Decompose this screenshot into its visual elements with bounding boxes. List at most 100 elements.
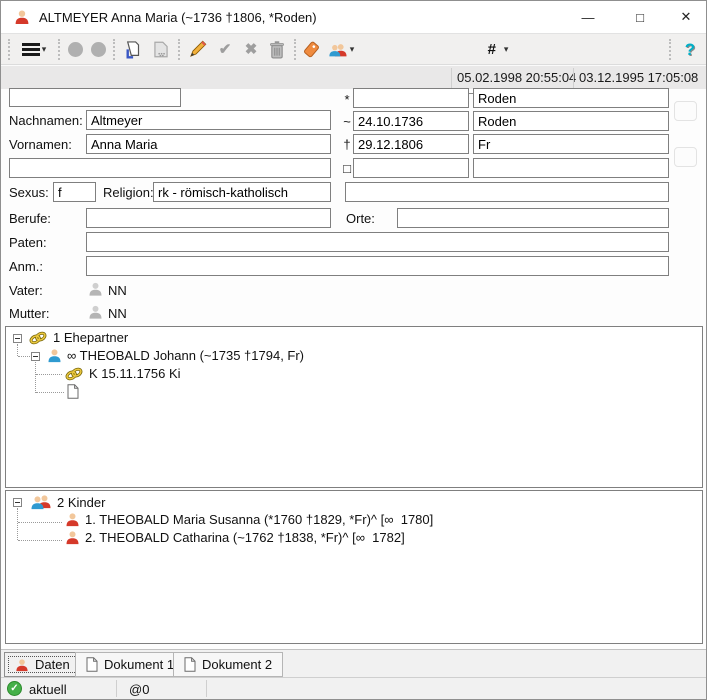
circle-icon	[68, 42, 83, 57]
pencil-icon	[188, 40, 207, 59]
tab-daten[interactable]: Daten	[4, 652, 81, 677]
persons-menu-button[interactable]: ▾	[324, 37, 358, 62]
hash-icon: #	[488, 41, 496, 58]
check-icon: ✔	[219, 42, 232, 57]
person-icon-red	[65, 512, 80, 527]
bottom-tabbar: Daten Dokument 1 Dokument 2	[1, 649, 706, 677]
anm-field[interactable]	[86, 256, 669, 276]
maximize-button[interactable]: □	[618, 1, 662, 33]
tab-dokument-2[interactable]: Dokument 2	[173, 652, 283, 677]
spouse-tree-root-row[interactable]: 1 Ehepartner	[28, 330, 128, 345]
tab-dokument-1[interactable]: Dokument 1	[75, 652, 185, 677]
children-tree-root-row[interactable]: 2 Kinder	[30, 494, 105, 510]
berufe-field[interactable]	[86, 208, 331, 228]
title-bar: ALTMEYER Anna Maria (~1736 †1806, *Roden…	[1, 1, 706, 34]
burial-date-field[interactable]	[353, 158, 469, 178]
vater-person-icon	[88, 281, 103, 297]
expand-toggle[interactable]	[13, 498, 22, 507]
minimize-button[interactable]: —	[566, 1, 610, 33]
religion-label: Religion:	[103, 185, 154, 200]
marriage-row[interactable]: K 15.11.1756 Ki	[64, 366, 181, 381]
edit-button[interactable]	[184, 37, 210, 62]
document-icon	[184, 657, 196, 672]
religion-field[interactable]	[153, 182, 331, 202]
tab-label: Dokument 1	[104, 657, 174, 672]
page-preview-button[interactable]	[119, 37, 145, 62]
alias-field[interactable]	[9, 158, 331, 178]
record-circle-button-2[interactable]	[87, 37, 109, 62]
person-icon-red	[15, 658, 29, 672]
label-tag-button[interactable]	[299, 37, 323, 62]
cancel-button[interactable]: ✖	[239, 37, 263, 62]
app-window: ALTMEYER Anna Maria (~1736 †1806, *Roden…	[0, 0, 707, 700]
expand-toggle[interactable]	[31, 352, 40, 361]
circle-icon	[91, 42, 106, 57]
document-row[interactable]	[67, 384, 79, 399]
tree-connector	[36, 392, 64, 393]
title-field[interactable]	[9, 88, 181, 107]
event-extra-field[interactable]	[345, 182, 669, 202]
tree-connector	[18, 522, 62, 523]
child-row[interactable]: 1. THEOBALD Maria Susanna (*1760 †1829, …	[65, 512, 433, 527]
page-print-button[interactable]	[148, 37, 174, 62]
menu-button[interactable]: ▾	[15, 37, 53, 62]
baptism-symbol: ~	[342, 114, 352, 129]
vater-value[interactable]: NN	[108, 283, 127, 298]
expand-toggle[interactable]	[13, 334, 22, 343]
close-icon: ✕	[681, 9, 692, 25]
baptism-date-field[interactable]	[353, 111, 469, 131]
birth-symbol: *	[342, 92, 352, 107]
status-bar: ✓ aktuell @0	[1, 677, 706, 699]
death-place-field[interactable]	[473, 134, 669, 154]
check-glyph: ✓	[10, 683, 18, 694]
toolbar-grip	[294, 39, 297, 60]
tree-connector	[35, 362, 36, 393]
spouse-row[interactable]: ∞ THEOBALD Johann (~1735 †1794, Fr)	[47, 348, 304, 363]
close-button[interactable]: ✕	[664, 1, 707, 33]
dropdown-arrow-icon: ▾	[350, 45, 355, 54]
child-label: 1. THEOBALD Maria Susanna (*1760 †1829, …	[85, 512, 433, 527]
tab-label: Daten	[35, 657, 70, 672]
burial-place-field[interactable]	[473, 158, 669, 178]
document-icon	[67, 384, 79, 399]
rings-icon	[64, 367, 84, 381]
paten-field[interactable]	[86, 232, 669, 252]
maximize-icon: □	[636, 10, 644, 25]
spouse-root-label: 1 Ehepartner	[53, 330, 128, 345]
birth-date-field[interactable]	[353, 88, 469, 108]
baptism-place-field[interactable]	[473, 111, 669, 131]
timestamp-created: 03.12.1995 17:05:08	[579, 70, 689, 85]
rings-icon	[28, 331, 48, 345]
toolbar-grip	[8, 39, 11, 60]
sexus-label: Sexus:	[9, 185, 49, 200]
tree-connector	[17, 344, 18, 356]
app-person-icon	[14, 9, 30, 25]
birth-place-field[interactable]	[473, 88, 669, 108]
sexus-field[interactable]	[53, 182, 96, 202]
record-circle-button-1[interactable]	[64, 37, 86, 62]
death-date-field[interactable]	[353, 134, 469, 154]
vornamen-field[interactable]	[86, 134, 331, 154]
nachnamen-field[interactable]	[86, 110, 331, 130]
delete-button[interactable]	[264, 37, 290, 62]
children-group-icon	[30, 494, 52, 510]
dropdown-arrow-icon: ▾	[42, 45, 47, 54]
side-button-1[interactable]	[674, 101, 697, 121]
minimize-icon: —	[582, 10, 595, 25]
divider	[451, 68, 452, 88]
help-button[interactable]: ?	[677, 37, 703, 62]
orte-field[interactable]	[397, 208, 669, 228]
divider	[573, 68, 574, 88]
x-icon: ✖	[245, 42, 258, 57]
number-button[interactable]: # ▾	[480, 37, 516, 62]
window-title: ALTMEYER Anna Maria (~1736 †1806, *Roden…	[39, 10, 317, 25]
help-icon: ?	[685, 40, 695, 60]
timestamp-band: 05.02.1998 20:55:04 03.12.1995 17:05:08	[1, 65, 706, 89]
confirm-button[interactable]: ✔	[213, 37, 237, 62]
collapse-icon	[15, 502, 20, 503]
toolbar-grip	[178, 39, 181, 60]
side-button-2[interactable]	[674, 147, 697, 167]
mutter-value[interactable]: NN	[108, 306, 127, 321]
spouse-label: ∞ THEOBALD Johann (~1735 †1794, Fr)	[67, 348, 304, 363]
child-row[interactable]: 2. THEOBALD Catharina (~1762 †1838, *Fr)…	[65, 530, 405, 545]
